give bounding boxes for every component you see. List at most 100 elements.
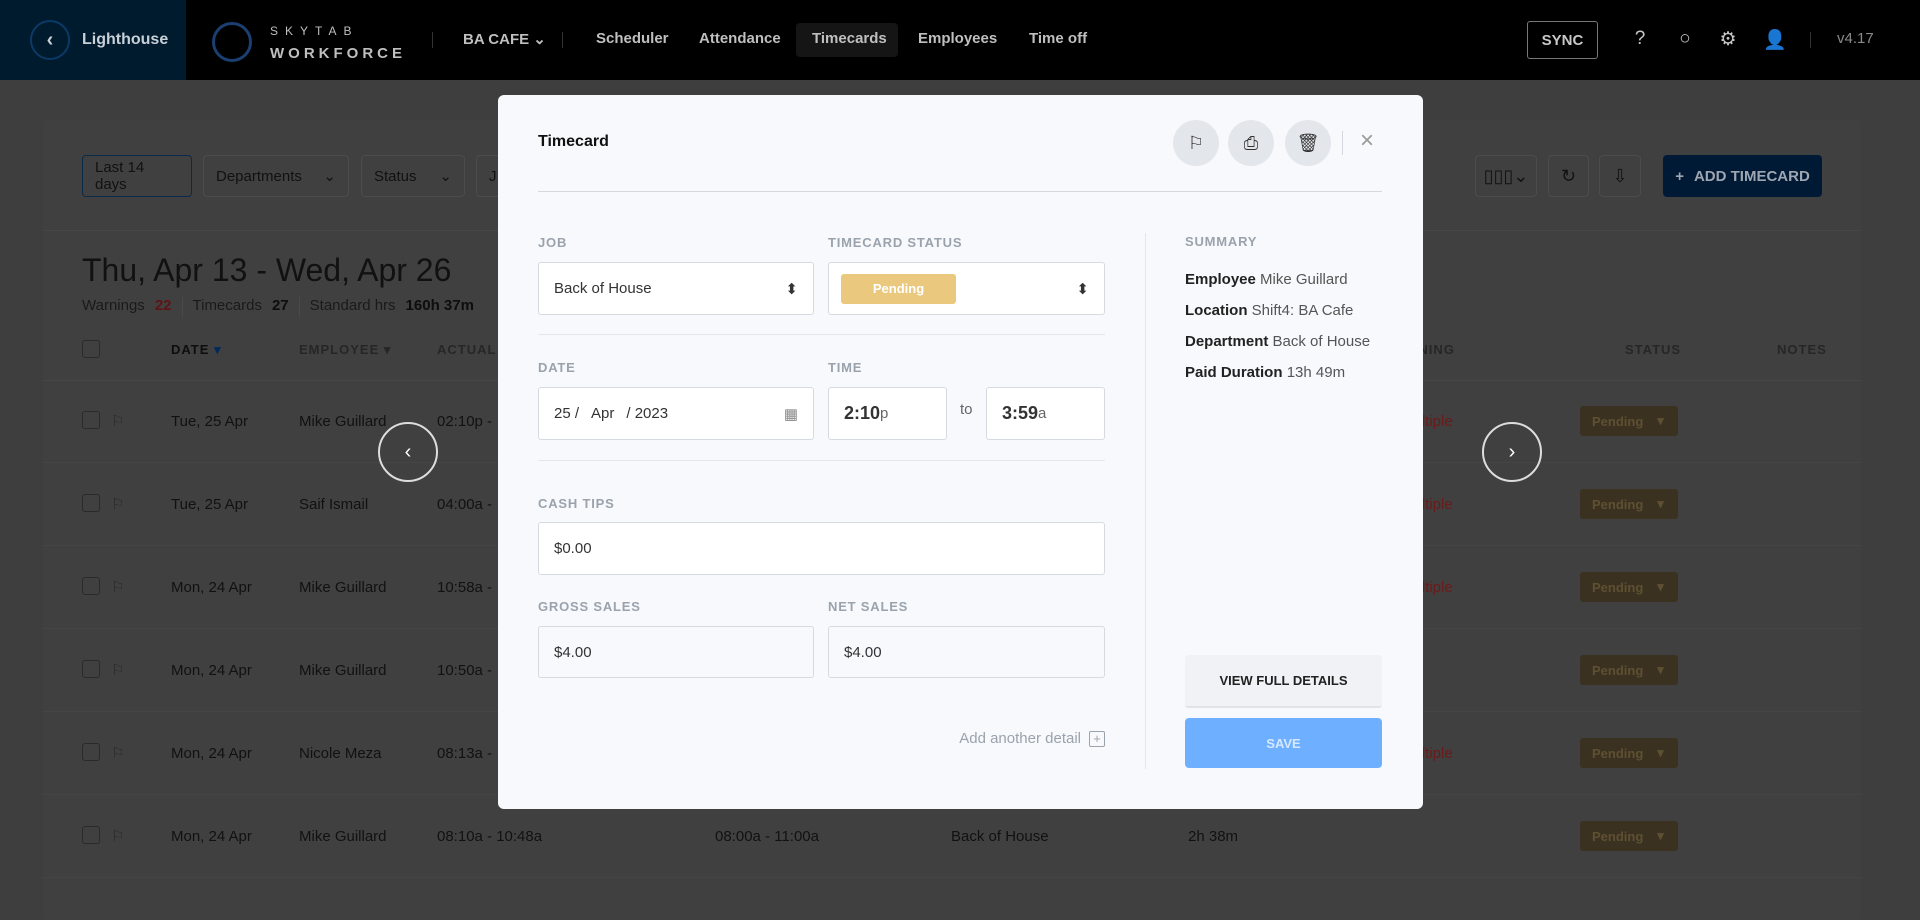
- chat-icon[interactable]: ○: [1672, 28, 1698, 50]
- col-status[interactable]: STATUS: [1625, 342, 1681, 357]
- row-checkbox[interactable]: [82, 660, 100, 678]
- divider: [538, 191, 1382, 192]
- logo-top: SKYTAB: [270, 24, 359, 38]
- flag-icon[interactable]: ⚐: [111, 827, 124, 845]
- summary-employee: Employee Mike Guillard: [1185, 271, 1348, 288]
- divider: [298, 297, 300, 317]
- print-button[interactable]: ⎙: [1228, 120, 1274, 166]
- next-timecard-button[interactable]: ›: [1482, 422, 1542, 482]
- status-dropdown[interactable]: Pending ▾: [1580, 489, 1678, 519]
- nav-time-off[interactable]: Time off: [1029, 30, 1087, 47]
- gross-sales-value: $4.00: [554, 643, 592, 661]
- divider: [1145, 233, 1146, 769]
- status-label: Pending: [1592, 828, 1644, 844]
- nav-timecards[interactable]: Timecards: [812, 30, 887, 47]
- status-dropdown[interactable]: Pending ▾: [1580, 821, 1678, 851]
- flag-button[interactable]: ⚐: [1173, 120, 1219, 166]
- calendar-icon[interactable]: ▦: [784, 405, 798, 423]
- sort-icon: ▾: [383, 342, 392, 357]
- add-timecard-button[interactable]: + ADD TIMECARD: [1663, 155, 1822, 197]
- top-nav: ‹ Lighthouse SKYTAB WORKFORCE BA CAFE ⌄ Sc…: [0, 0, 1920, 80]
- departments-label: Departments: [216, 167, 302, 185]
- cash-tips-input[interactable]: $0.00: [538, 522, 1105, 575]
- flag-icon[interactable]: ⚐: [111, 495, 124, 513]
- gross-sales-label: GROSS SALES: [538, 599, 641, 614]
- timecard-modal: Timecard ⚐ ⎙ 🗑 × JOB TIMECARD STATUS Bac…: [498, 95, 1423, 809]
- flag-icon[interactable]: ⚐: [111, 744, 124, 762]
- cell-actual: 02:10p -: [437, 413, 493, 430]
- refresh-button[interactable]: ↻: [1548, 155, 1589, 197]
- export-button[interactable]: ⇩: [1599, 155, 1641, 197]
- select-all-checkbox[interactable]: [82, 340, 100, 358]
- col-notes[interactable]: NOTES: [1777, 342, 1827, 357]
- status-filter[interactable]: Status ⌄: [361, 155, 465, 197]
- row-checkbox[interactable]: [82, 743, 100, 761]
- lighthouse-label: Lighthouse: [82, 31, 169, 48]
- nav-employees[interactable]: Employees: [918, 30, 997, 47]
- end-time-input[interactable]: 3:59 a: [986, 387, 1105, 440]
- status-badge: Pending: [841, 273, 956, 304]
- job-select[interactable]: Back of House ⬍: [538, 262, 814, 315]
- flag-icon[interactable]: ⚐: [111, 661, 124, 679]
- status-dropdown[interactable]: Pending ▾: [1580, 406, 1678, 436]
- columns-icon: ▯▯▯⌄: [1483, 165, 1529, 186]
- save-button[interactable]: SAVE: [1185, 718, 1382, 768]
- flag-icon[interactable]: ⚐: [111, 412, 124, 430]
- cell-date: Tue, 25 Apr: [171, 413, 248, 430]
- user-menu-icon[interactable]: 👤: [1757, 28, 1793, 52]
- view-full-details-button[interactable]: VIEW FULL DETAILS: [1185, 655, 1382, 708]
- net-sales-label: NET SALES: [828, 599, 909, 614]
- row-checkbox[interactable]: [82, 494, 100, 512]
- bug-icon[interactable]: ⚙: [1715, 28, 1741, 51]
- status-select[interactable]: Pending ⬍: [828, 262, 1105, 315]
- std-hours-value: 160h 37m: [405, 297, 474, 314]
- caret-down-icon: ▾: [1657, 496, 1664, 511]
- previous-timecard-button[interactable]: ‹: [378, 422, 438, 482]
- col-date[interactable]: DATE ▾: [171, 342, 222, 358]
- add-detail-link[interactable]: Add another detail +: [959, 730, 1105, 747]
- close-icon[interactable]: ×: [1360, 127, 1374, 155]
- start-time-input[interactable]: 2:10 p: [828, 387, 947, 440]
- range-label: Last 14 days: [95, 159, 145, 193]
- cell-actual: 10:58a -: [437, 579, 493, 596]
- status-dropdown[interactable]: Pending ▾: [1580, 655, 1678, 685]
- status-dropdown[interactable]: Pending ▾: [1580, 572, 1678, 602]
- help-icon[interactable]: ?: [1627, 28, 1653, 50]
- stats-bar: Warnings 22 Timecards 27 Standard hrs 160h …: [82, 297, 474, 317]
- departments-filter[interactable]: Departments ⌄: [203, 155, 349, 197]
- updown-icon: ⬍: [1076, 280, 1089, 298]
- status-label: Pending: [1592, 579, 1644, 595]
- chevron-right-icon: ›: [1508, 440, 1516, 463]
- summary-key: Employee: [1185, 271, 1256, 288]
- divider: [562, 32, 563, 48]
- back-to-lighthouse-button[interactable]: ‹ Lighthouse: [0, 0, 186, 80]
- gross-sales-input[interactable]: $4.00: [538, 626, 814, 678]
- file-download-icon: ⇩: [1612, 165, 1628, 186]
- col-actual[interactable]: ACTUAL: [437, 342, 496, 357]
- col-employee[interactable]: EMPLOYEE ▾: [299, 342, 391, 358]
- delete-button[interactable]: 🗑: [1285, 120, 1331, 166]
- row-checkbox[interactable]: [82, 826, 100, 844]
- date-range-filter[interactable]: Last 14 days: [82, 155, 192, 197]
- date-day: 25 /: [554, 405, 580, 422]
- nav-scheduler[interactable]: Scheduler: [596, 30, 669, 47]
- summary-paid-duration: Paid Duration 13h 49m: [1185, 364, 1345, 381]
- columns-button[interactable]: ▯▯▯⌄: [1475, 155, 1537, 197]
- sync-button[interactable]: SYNC: [1527, 21, 1598, 59]
- flag-icon[interactable]: ⚐: [111, 578, 124, 596]
- net-sales-input[interactable]: $4.00: [828, 626, 1105, 678]
- caret-down-icon: ▾: [1657, 579, 1664, 594]
- row-checkbox[interactable]: [82, 577, 100, 595]
- add-label: ADD TIMECARD: [1693, 167, 1810, 185]
- status-dropdown[interactable]: Pending ▾: [1580, 738, 1678, 768]
- date-input[interactable]: 25 / Apr / 2023 ▦: [538, 387, 814, 440]
- warnings-label: Warnings: [82, 297, 145, 314]
- plus-icon: +: [1675, 167, 1684, 185]
- location-selector[interactable]: BA CAFE ⌄: [463, 30, 546, 48]
- nav-attendance[interactable]: Attendance: [699, 30, 781, 47]
- cell-employee: Mike Guillard: [299, 662, 387, 679]
- cell-actual: 08:13a -: [437, 745, 493, 762]
- date-month: Apr: [591, 405, 615, 422]
- row-checkbox[interactable]: [82, 411, 100, 429]
- col-date-label: DATE: [171, 342, 210, 357]
